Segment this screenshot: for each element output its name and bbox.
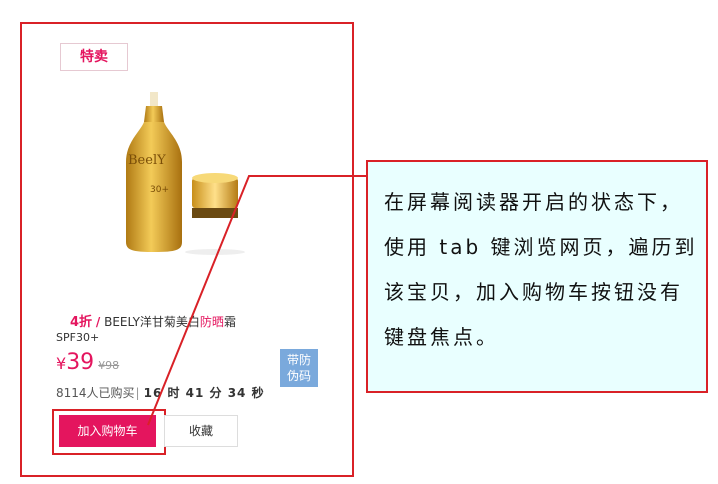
- current-price: 39: [66, 350, 95, 375]
- anti-counterfeit-badge: 带防 伪码: [280, 349, 318, 387]
- anti-counterfeit-line1: 带防: [286, 353, 311, 367]
- favorite-button[interactable]: 收藏: [164, 415, 238, 447]
- title-suffix: 霜: [223, 315, 236, 329]
- product-image[interactable]: BeelY 30+: [100, 92, 260, 260]
- annotation-callout: 在屏幕阅读器开启的状态下，使用 tab 键浏览网页，遍历到该宝贝，加入购物车按钮…: [366, 160, 708, 393]
- jar-shadow: [185, 249, 245, 255]
- product-title[interactable]: 4折 / BEELY洋甘菊美白防晒霜: [70, 311, 236, 330]
- title-highlight: 防晒: [199, 315, 224, 329]
- jar-band: [192, 208, 238, 218]
- price-symbol: ¥: [56, 354, 67, 373]
- title-text: BEELY洋甘菊美白: [104, 315, 200, 329]
- bottle-nozzle: [150, 92, 158, 108]
- bottle-brand: BeelY: [128, 153, 166, 168]
- sale-badge: 特卖: [60, 43, 128, 71]
- stats-divider: |: [135, 386, 140, 400]
- callout-text: 在屏幕阅读器开启的状态下，使用 tab 键浏览网页，遍历到该宝贝，加入购物车按钮…: [384, 190, 698, 349]
- bottle-neck: [144, 106, 164, 122]
- discount-label: 4折: [70, 315, 93, 330]
- bottle-spf: 30+: [150, 185, 169, 195]
- add-to-cart-button[interactable]: 加入购物车: [59, 415, 156, 447]
- product-subtitle: SPF30+: [56, 331, 100, 344]
- jar-top: [192, 173, 238, 183]
- buyer-count: 8114人已购买: [56, 386, 135, 400]
- anti-counterfeit-line2: 伪码: [286, 369, 311, 383]
- original-price: ¥98: [98, 359, 120, 372]
- price-row: ¥39 ¥98: [56, 350, 119, 375]
- countdown-timer: 16 时 41 分 34 秒: [143, 386, 265, 400]
- title-separator: /: [95, 315, 101, 329]
- sales-stats: 8114人已购买| 16 时 41 分 34 秒: [56, 384, 265, 401]
